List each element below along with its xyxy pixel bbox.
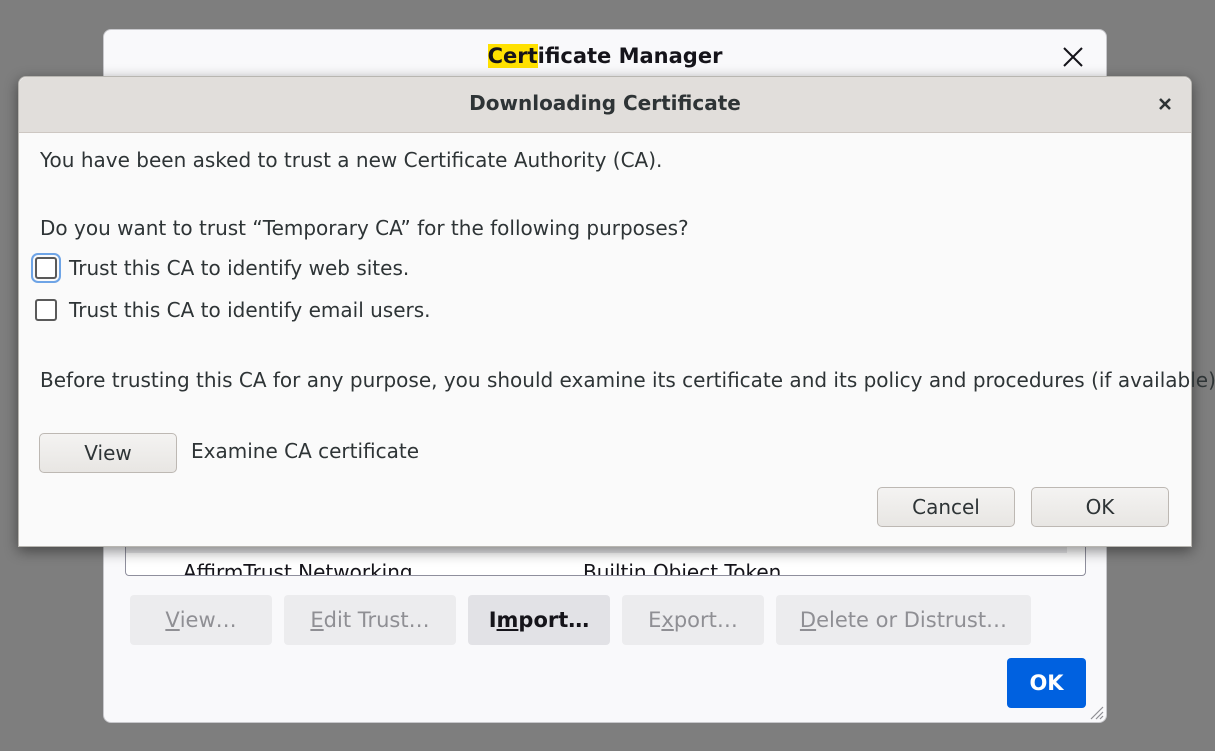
trust-email-label[interactable]: Trust this CA to identify email users. <box>69 298 431 322</box>
advice-text: Before trusting this CA for any purpose,… <box>40 368 1215 392</box>
certificate-manager-title: Certificate Manager <box>487 44 723 68</box>
dialog-title: Downloading Certificate <box>469 91 741 115</box>
edit-trust-button[interactable]: Edit Trust… <box>284 595 456 645</box>
downloading-certificate-dialog: Downloading Certificate You have been as… <box>18 76 1215 547</box>
dialog-header: Downloading Certificate <box>19 77 1191 133</box>
question-text: Do you want to trust “Temporary CA” for … <box>40 216 689 240</box>
resize-grip-icon[interactable] <box>1088 704 1104 720</box>
import-button[interactable]: Im port… <box>468 595 610 645</box>
view-button[interactable]: View… <box>130 595 272 645</box>
horizontal-scrollbar[interactable] <box>126 547 1067 553</box>
export-button[interactable]: Ex port… <box>622 595 764 645</box>
delete-or-distrust-button[interactable]: Delete or Distrust… <box>776 595 1031 645</box>
trust-websites-checkbox[interactable] <box>35 257 57 279</box>
view-certificate-button[interactable]: View <box>39 433 177 473</box>
manager-ok-button[interactable]: OK <box>1007 658 1086 708</box>
title-search-highlight: Cert <box>487 44 538 68</box>
ok-button[interactable]: OK <box>1031 487 1169 527</box>
table-row[interactable]: AffirmTrust Networking Builtin Object To… <box>126 560 1085 576</box>
intro-text: You have been asked to trust a new Certi… <box>40 148 663 172</box>
close-icon[interactable] <box>1157 96 1173 112</box>
security-device-cell: Builtin Object Token <box>583 560 782 576</box>
trust-email-checkbox[interactable] <box>35 299 57 321</box>
cert-name-cell: AffirmTrust Networking <box>183 560 413 576</box>
close-icon[interactable] <box>1060 44 1086 70</box>
cancel-button[interactable]: Cancel <box>877 487 1015 527</box>
trust-websites-label[interactable]: Trust this CA to identify web sites. <box>69 256 409 280</box>
examine-ca-label: Examine CA certificate <box>191 439 420 463</box>
